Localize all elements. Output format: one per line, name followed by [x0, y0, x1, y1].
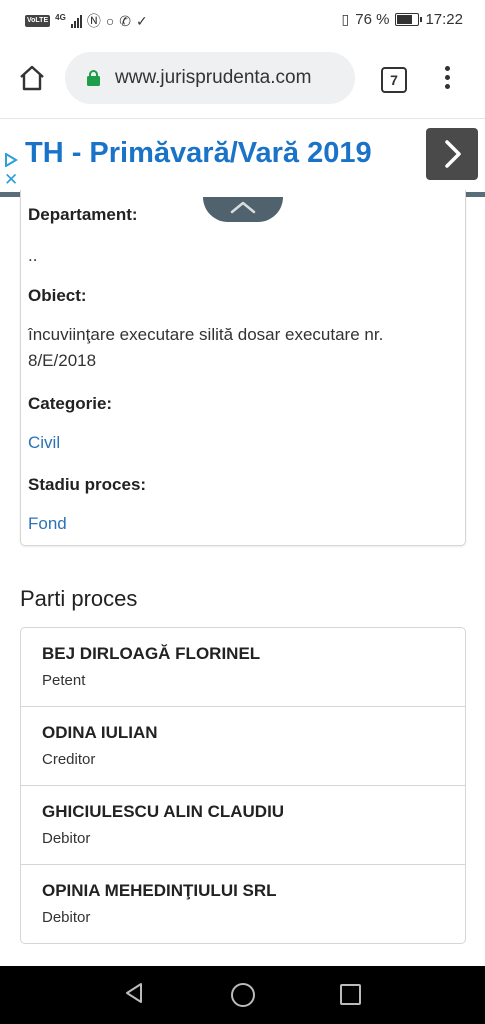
party-name: BEJ DIRLOAGĂ FLORINEL — [42, 644, 261, 663]
battery-icon — [395, 13, 423, 26]
parties-section-title: Parti proces — [20, 586, 138, 611]
back-icon[interactable] — [122, 981, 146, 1005]
home-icon[interactable] — [18, 64, 46, 92]
party-role: Debitor — [42, 830, 91, 847]
object-value: încuviinţare executare silită dosar exec… — [28, 325, 384, 370]
list-item[interactable]: OPINIA MEHEDINŢIULUI SRL Debitor — [21, 865, 465, 943]
home-nav-icon[interactable] — [231, 983, 255, 1007]
party-role: Creditor — [42, 751, 96, 768]
clock: 17:22 — [425, 11, 463, 28]
adchoices-icon[interactable] — [4, 153, 18, 167]
overflow-menu-icon[interactable] — [440, 66, 454, 92]
stage-label: Stadiu proces: — [28, 475, 147, 494]
stage-link[interactable]: Fond — [28, 514, 67, 534]
lock-icon — [87, 70, 100, 86]
party-name: ODINA IULIAN — [42, 723, 158, 742]
chevron-up-icon — [230, 201, 256, 214]
url-text: www.jurisprudenta.com — [115, 67, 312, 88]
list-item[interactable]: GHICIULESCU ALIN CLAUDIU Debitor — [21, 786, 465, 865]
nfc-icon: Ⓝ — [86, 13, 101, 29]
battery-fill — [397, 15, 412, 24]
party-name: OPINIA MEHEDINŢIULUI SRL — [42, 881, 277, 900]
call-icon: ✆ — [119, 12, 132, 29]
status-right: ▯ 76 % 17:22 — [342, 11, 463, 28]
status-left: VoLTE 4G Ⓝ ○ ✆ ✓ — [25, 11, 148, 31]
recents-icon[interactable] — [340, 984, 361, 1005]
system-nav-bar — [0, 966, 485, 1024]
ad-close-icon[interactable]: ✕ — [4, 171, 18, 188]
status-bar: VoLTE 4G Ⓝ ○ ✆ ✓ ▯ 76 % 17:22 — [0, 0, 485, 40]
department-label: Departament: — [28, 205, 138, 224]
sync-icon: ○ — [105, 13, 115, 29]
party-role: Debitor — [42, 909, 91, 926]
network-type: 4G — [55, 12, 66, 22]
battery-percent: 76 % — [355, 11, 390, 28]
signal-icon — [70, 14, 82, 28]
parties-list: BEJ DIRLOAGĂ FLORINEL Petent ODINA IULIA… — [20, 627, 466, 944]
object-label: Obiect: — [28, 286, 87, 305]
ad-next-button[interactable] — [426, 128, 478, 180]
category-label: Categorie: — [28, 394, 113, 413]
address-bar[interactable]: www.jurisprudenta.com — [65, 52, 355, 104]
party-name: GHICIULESCU ALIN CLAUDIU — [42, 802, 285, 821]
ad-banner[interactable]: ✕ TH - Primăvară/Vară 2019 — [0, 118, 485, 193]
list-item[interactable]: BEJ DIRLOAGĂ FLORINEL Petent — [21, 628, 465, 707]
volte-badge: VoLTE — [25, 15, 51, 27]
category-link[interactable]: Civil — [28, 433, 60, 453]
list-item[interactable]: ODINA IULIAN Creditor — [21, 707, 465, 786]
department-value: .. — [28, 246, 38, 265]
party-role: Petent — [42, 672, 86, 689]
collapse-ad-button[interactable] — [203, 197, 283, 222]
browser-toolbar: www.jurisprudenta.com 7 — [0, 40, 485, 118]
chevron-right-icon — [445, 140, 461, 168]
ad-title[interactable]: TH - Primăvară/Vară 2019 — [25, 137, 372, 170]
download-done-icon: ✓ — [136, 12, 148, 29]
tab-switcher-button[interactable]: 7 — [381, 67, 407, 93]
vibrate-icon: ▯ — [341, 11, 350, 27]
